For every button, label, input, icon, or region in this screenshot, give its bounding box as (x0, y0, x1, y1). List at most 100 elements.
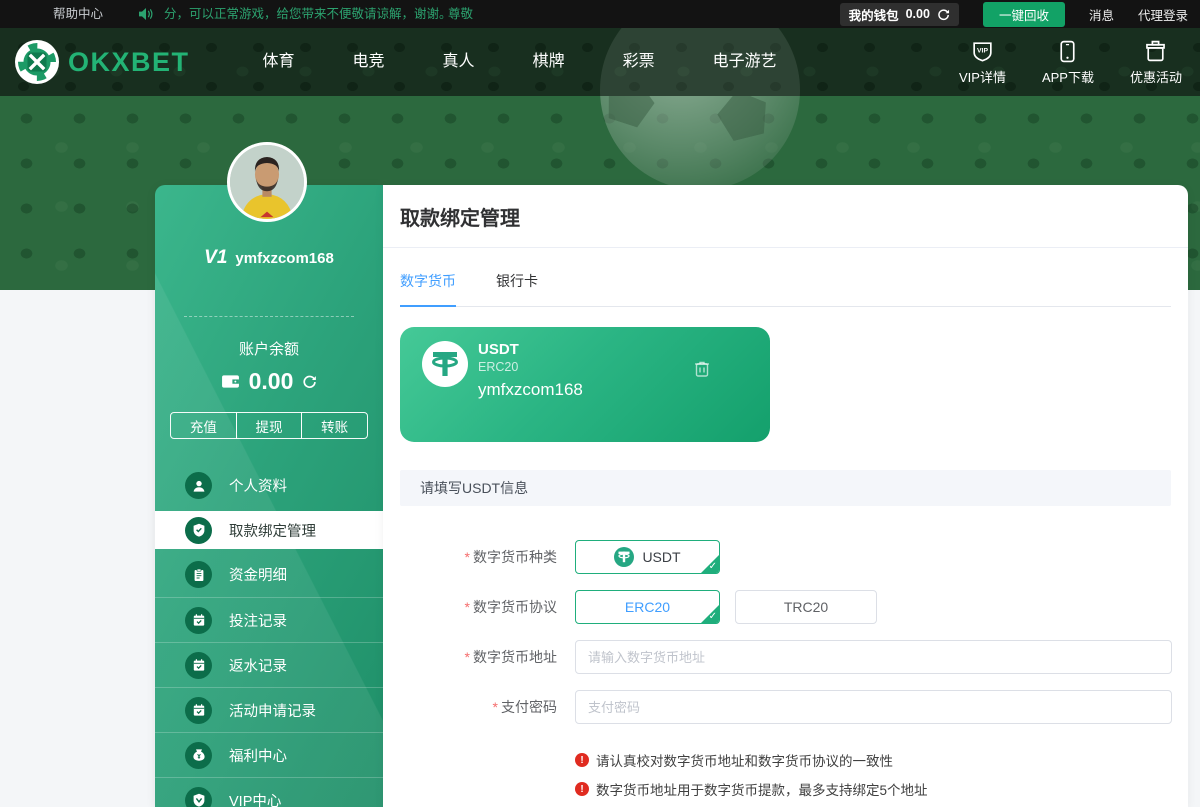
promo-gift-icon (1143, 39, 1168, 64)
section-title: 请填写USDT信息 (400, 470, 1171, 506)
sidebar-item-withdrawal-binding[interactable]: 取款绑定管理 (155, 511, 383, 549)
page: 帮助中心 分，可以正常游戏，给您带来不便敬请谅解，谢谢。 尊敬 我的钱包 0.0… (0, 0, 1200, 807)
card-texts: USDT ERC20 ymfxzcom168 (478, 341, 583, 402)
sidebar-item-bet-records[interactable]: 投注记录 (155, 597, 383, 642)
required-mark: * (465, 599, 470, 615)
deposit-button[interactable]: 充值 (170, 412, 237, 439)
refresh-icon[interactable] (937, 8, 950, 21)
currency-type-label: 数字货币种类 (473, 549, 557, 565)
usdt-form: *数字货币种类 USDT ✓ *数字货币协议 ERC20 ✓ TRC20 (383, 540, 1188, 799)
wallet-label: 我的钱包 (849, 5, 899, 24)
logo-icon (14, 39, 60, 85)
sidebar-item-profile[interactable]: 个人资料 (155, 463, 383, 508)
form-row-pay-password: *支付密码 (383, 690, 1188, 724)
tab-bank-card[interactable]: 银行卡 (496, 271, 538, 306)
one-click-recycle-button[interactable]: 一键回收 (983, 2, 1065, 27)
shield-icon (185, 517, 212, 544)
pay-password-label: 支付密码 (501, 699, 557, 715)
gift-icon (185, 742, 212, 769)
nav-item-live[interactable]: 真人 (414, 28, 504, 96)
warnings: ! 请认真校对数字货币地址和数字货币协议的一致性 ! 数字货币地址用于数字货币提… (575, 750, 1188, 799)
warning-icon: ! (575, 753, 589, 767)
my-wallet-balance[interactable]: 我的钱包 0.00 (840, 3, 959, 26)
vip-badge-icon: VIP (970, 39, 995, 64)
currency-type-select[interactable]: USDT ✓ (575, 540, 720, 574)
announcement-marquee: 分，可以正常游戏，给您带来不便敬请谅解，谢谢。 (164, 0, 452, 28)
required-mark: * (465, 649, 470, 665)
user-info: V1ymfxzcom168 (155, 247, 383, 269)
nav-item-sports[interactable]: 体育 (234, 28, 324, 96)
help-center-link[interactable]: 帮助中心 (53, 0, 103, 28)
phone-icon (1055, 39, 1080, 64)
tether-icon-small (614, 547, 634, 567)
calendar-check-icon (185, 652, 212, 679)
bound-usdt-card[interactable]: USDT ERC20 ymfxzcom168 (400, 327, 770, 442)
divider (184, 316, 354, 317)
nav-item-slots[interactable]: 电子游艺 (684, 28, 806, 96)
announcement-marquee-2: 尊敬 (448, 0, 473, 28)
form-row-address: *数字货币地址 (383, 640, 1188, 674)
transfer-button[interactable]: 转账 (301, 412, 368, 439)
agent-login-link[interactable]: 代理登录 (1138, 5, 1188, 24)
sidebar-item-activity-applications[interactable]: 活动申请记录 (155, 687, 383, 732)
selected-check-icon: ✓ (709, 611, 717, 623)
nav-right: VIP VIP详情 APP下载 优惠活动 (959, 39, 1182, 86)
tab-digital-currency[interactable]: 数字货币 (400, 271, 456, 307)
required-mark: * (465, 549, 470, 565)
sidebar-item-rebate-records[interactable]: 返水记录 (155, 642, 383, 687)
warning-row: ! 请认真校对数字货币地址和数字货币协议的一致性 (575, 750, 1188, 770)
sidebar-menu: 个人资料 取款绑定管理 资金明细 投注记录 返水记录 活动申请记录 (155, 463, 383, 807)
user-avatar[interactable] (227, 142, 307, 222)
address-label: 数字货币地址 (473, 649, 557, 665)
crypto-address-input[interactable] (575, 640, 1172, 674)
protocol-option-trc20[interactable]: TRC20 (735, 590, 877, 624)
clipboard-icon (185, 561, 212, 588)
form-row-currency-type: *数字货币种类 USDT ✓ (383, 540, 1188, 574)
currency-type-value: USDT (642, 549, 680, 565)
svg-text:VIP: VIP (977, 47, 988, 54)
balance-label: 账户余额 (155, 338, 383, 359)
protocol-option-erc20[interactable]: ERC20 ✓ (575, 590, 720, 624)
selected-check-icon: ✓ (709, 561, 717, 573)
main-navbar: OKXBET 体育 电竞 真人 棋牌 彩票 电子游艺 VIP VIP详情 (0, 28, 1200, 96)
sidebar-item-vip-center[interactable]: VIP中心 (155, 777, 383, 807)
nav-item-lottery[interactable]: 彩票 (594, 28, 684, 96)
soccer-ball-graphic (600, 96, 800, 190)
nav-item-esports[interactable]: 电竞 (324, 28, 414, 96)
wallet-actions: 充值 提现 转账 (170, 412, 368, 439)
vip-shield-icon (185, 787, 212, 807)
topbar: 帮助中心 分，可以正常游戏，给您带来不便敬请谅解，谢谢。 尊敬 我的钱包 0.0… (0, 0, 1200, 28)
announcement-speaker-icon (138, 7, 154, 21)
withdraw-button[interactable]: 提现 (236, 412, 303, 439)
promotions[interactable]: 优惠活动 (1130, 39, 1182, 86)
warning-icon: ! (575, 782, 589, 796)
calendar-check-icon (185, 697, 212, 724)
wallet-amount: 0.00 (906, 7, 930, 21)
required-mark: * (493, 699, 498, 715)
tab-bar: 数字货币 银行卡 (400, 271, 1171, 307)
sidebar-item-funds-detail[interactable]: 资金明细 (155, 552, 383, 597)
sidebar-item-welfare-center[interactable]: 福利中心 (155, 732, 383, 777)
card-coin: USDT (478, 341, 583, 359)
delete-card-icon[interactable] (692, 359, 712, 384)
warning-text: 数字货币地址用于数字货币提款，最多支持绑定5个地址 (596, 779, 928, 799)
main-content: 取款绑定管理 数字货币 银行卡 USDT ERC20 ymfxzcom168 (383, 185, 1188, 807)
form-row-protocol: *数字货币协议 ERC20 ✓ TRC20 (383, 590, 1188, 624)
app-download[interactable]: APP下载 (1042, 39, 1094, 86)
username: ymfxzcom168 (235, 250, 333, 267)
tether-icon (422, 341, 468, 392)
page-title: 取款绑定管理 (383, 185, 1188, 248)
card-account: ymfxzcom168 (478, 378, 583, 402)
refresh-balance-icon[interactable] (302, 374, 317, 389)
messages-link[interactable]: 消息 (1089, 5, 1114, 24)
site-logo[interactable]: OKXBET (14, 39, 190, 85)
card-protocol: ERC20 (478, 359, 583, 376)
warning-row: ! 数字货币地址用于数字货币提款，最多支持绑定5个地址 (575, 779, 1188, 799)
calendar-check-icon (185, 607, 212, 634)
logo-text: OKXBET (68, 47, 190, 78)
nav-item-cards[interactable]: 棋牌 (504, 28, 594, 96)
balance-amount: 0.00 (249, 368, 294, 395)
balance-row: 0.00 (155, 368, 383, 395)
pay-password-input[interactable] (575, 690, 1172, 724)
vip-details[interactable]: VIP VIP详情 (959, 39, 1006, 86)
